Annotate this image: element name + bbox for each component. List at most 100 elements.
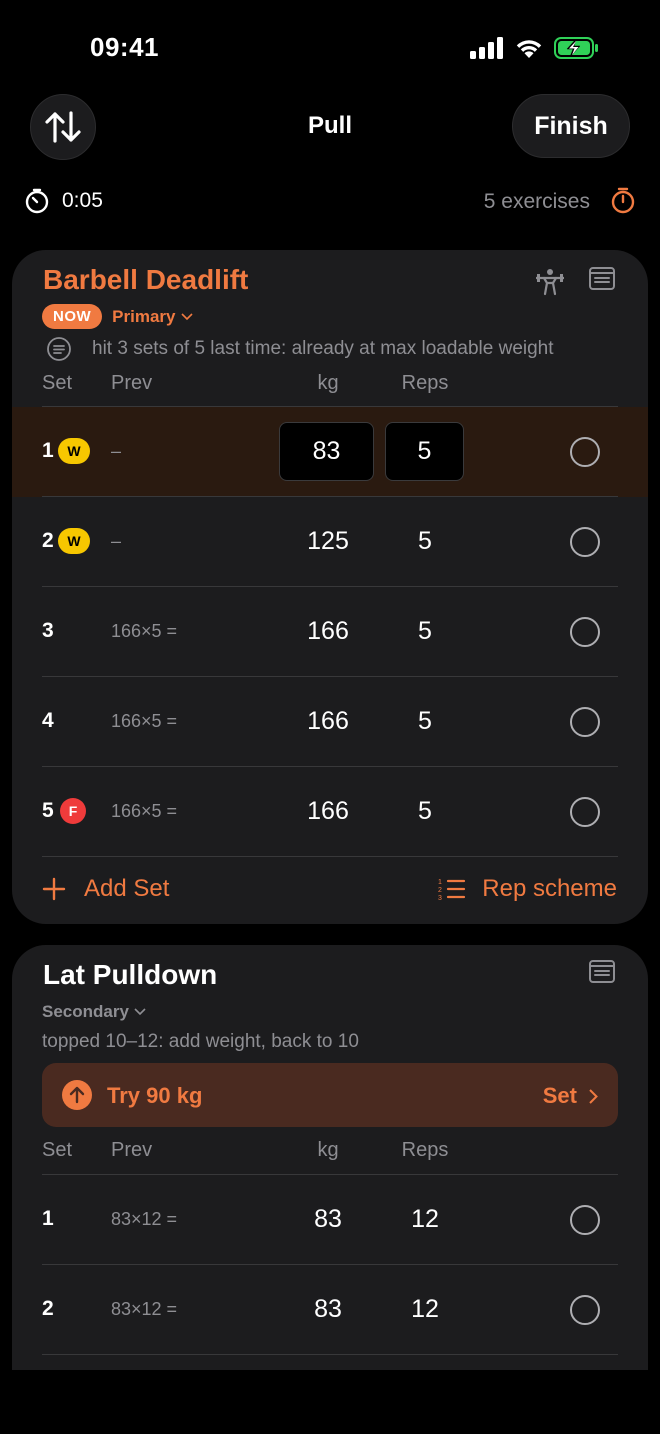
reps-input[interactable]: 5 [385,527,465,556]
col-prev: Prev [111,1139,153,1161]
signal-icon [470,37,503,59]
role-dropdown[interactable]: Secondary [42,1002,146,1022]
elapsed-timer: 0:05 [24,188,103,214]
warmup-badge[interactable]: W [58,438,90,464]
exercise-card-lat-pulldown: Lat Pulldown Secondary topped 10–12: add… [12,945,648,1370]
reps-input[interactable]: 12 [385,1295,465,1324]
kg-input[interactable]: 166 [280,797,376,826]
col-set: Set [42,1139,73,1161]
add-set-label: Add Set [84,875,170,902]
prev-value[interactable]: 83×12 = [111,1299,177,1320]
status-time: 09:41 [90,32,159,62]
suggestion-text: Try 90 kg [107,1083,203,1108]
kg-input[interactable]: 166 [280,617,376,646]
warmup-badge[interactable]: W [58,528,90,554]
set-number: 2 [42,529,54,552]
prev-value[interactable]: 83×12 = [111,1209,177,1230]
col-set: Set [42,372,73,394]
set-row: 1 83×12 = 83 12 [12,1175,648,1265]
exercise-notes-button[interactable] [588,959,616,990]
col-prev: Prev [111,372,153,394]
prev-value[interactable]: 166×5 = [111,621,177,642]
exercise-tags: Secondary [42,1002,146,1022]
rep-scheme-label: Rep scheme [482,875,617,902]
numbered-list-icon: 1 2 3 [438,879,466,901]
chevron-right-icon [589,1088,598,1104]
col-reps: Reps [401,372,449,394]
set-number[interactable]: 1 [42,1207,54,1231]
progression-hint: topped 10–12: add weight, back to 10 [42,1031,359,1052]
kg-input[interactable]: 83 [280,1295,376,1324]
set-row: 2 W – 125 5 [12,497,648,587]
prev-value: – [111,531,122,551]
divider [42,1354,618,1355]
prev-value[interactable]: 166×5 = [111,711,177,732]
chevron-down-icon [180,312,193,320]
battery-charging-icon [554,37,598,59]
stopwatch-icon [25,188,49,214]
set-row: 5 F 166×5 = 166 5 [12,767,648,857]
complete-set-checkbox[interactable] [570,1205,600,1235]
reps-input[interactable]: 5 [385,707,465,736]
complete-set-checkbox[interactable] [570,527,600,557]
divider [42,856,618,857]
prev-value[interactable]: 166×5 = [111,801,177,822]
set-row: 2 83×12 = 83 12 [12,1265,648,1355]
chevron-down-icon [134,1008,146,1016]
kg-input[interactable]: 125 [280,527,376,556]
plus-icon [42,877,66,901]
complete-set-checkbox[interactable] [570,617,600,647]
reps-input[interactable]: 5 [385,422,464,481]
status-icons [470,36,600,60]
col-kg: kg [317,1139,339,1161]
reps-input[interactable]: 5 [385,797,465,826]
exercise-name[interactable]: Lat Pulldown [43,959,217,991]
set-number: 5 [42,799,54,822]
set-number[interactable]: 3 [42,619,54,643]
exercise-name[interactable]: Barbell Deadlift [43,264,248,296]
col-reps: Reps [401,1139,449,1161]
exercise-count[interactable]: 5 exercises [484,190,590,214]
complete-set-checkbox[interactable] [570,707,600,737]
note-text: hit 3 sets of 5 last time: already at ma… [92,338,554,359]
complete-set-checkbox[interactable] [570,1295,600,1325]
svg-text:3: 3 [438,895,442,901]
workout-subheader: 0:05 5 exercises [0,182,660,222]
now-badge: NOW [42,304,103,329]
exercise-note: hit 3 sets of 5 last time: already at ma… [46,336,554,362]
exercise-card-deadlift: Barbell Deadlift NOW Primary hit 3 sets … [12,250,648,924]
role-label: Primary [112,306,176,326]
complete-set-checkbox[interactable] [570,437,600,467]
set-row: 3 166×5 = 166 5 [12,587,648,677]
complete-set-checkbox[interactable] [570,797,600,827]
role-label: Secondary [42,1002,129,1021]
status-bar: 09:41 [0,0,660,96]
weight-suggestion[interactable]: Try 90 kg Set [42,1063,618,1127]
role-dropdown[interactable]: Primary [112,306,193,327]
exercise-notes-button[interactable] [588,266,616,297]
add-set-button[interactable]: Add Set [42,875,169,903]
rep-scheme-button[interactable]: 1 2 3 Rep scheme [438,875,617,903]
timer-icon [611,187,635,214]
kg-input[interactable]: 166 [280,707,376,736]
reps-input[interactable]: 5 [385,617,465,646]
kg-input[interactable]: 83 [280,1205,376,1234]
apply-suggestion-button[interactable]: Set [543,1083,598,1109]
rest-timer-button[interactable] [610,186,636,219]
set-number[interactable]: 2 [42,1297,54,1321]
apply-suggestion-label: Set [542,1083,577,1108]
exercise-tags: NOW Primary [42,304,193,329]
exercise-info-button[interactable] [534,266,566,303]
notes-icon [589,960,615,983]
set-number[interactable]: 4 [42,709,54,733]
reps-input[interactable]: 12 [385,1205,465,1234]
weightlifter-icon [536,269,564,296]
wifi-icon [516,40,542,58]
arrow-up-icon [62,1080,92,1110]
failure-badge[interactable]: F [60,798,86,824]
prev-value: – [111,441,122,461]
finish-button[interactable]: Finish [512,94,630,158]
elapsed-time: 0:05 [62,189,103,212]
kg-input[interactable]: 83 [279,422,374,481]
svg-text:2: 2 [438,887,442,894]
